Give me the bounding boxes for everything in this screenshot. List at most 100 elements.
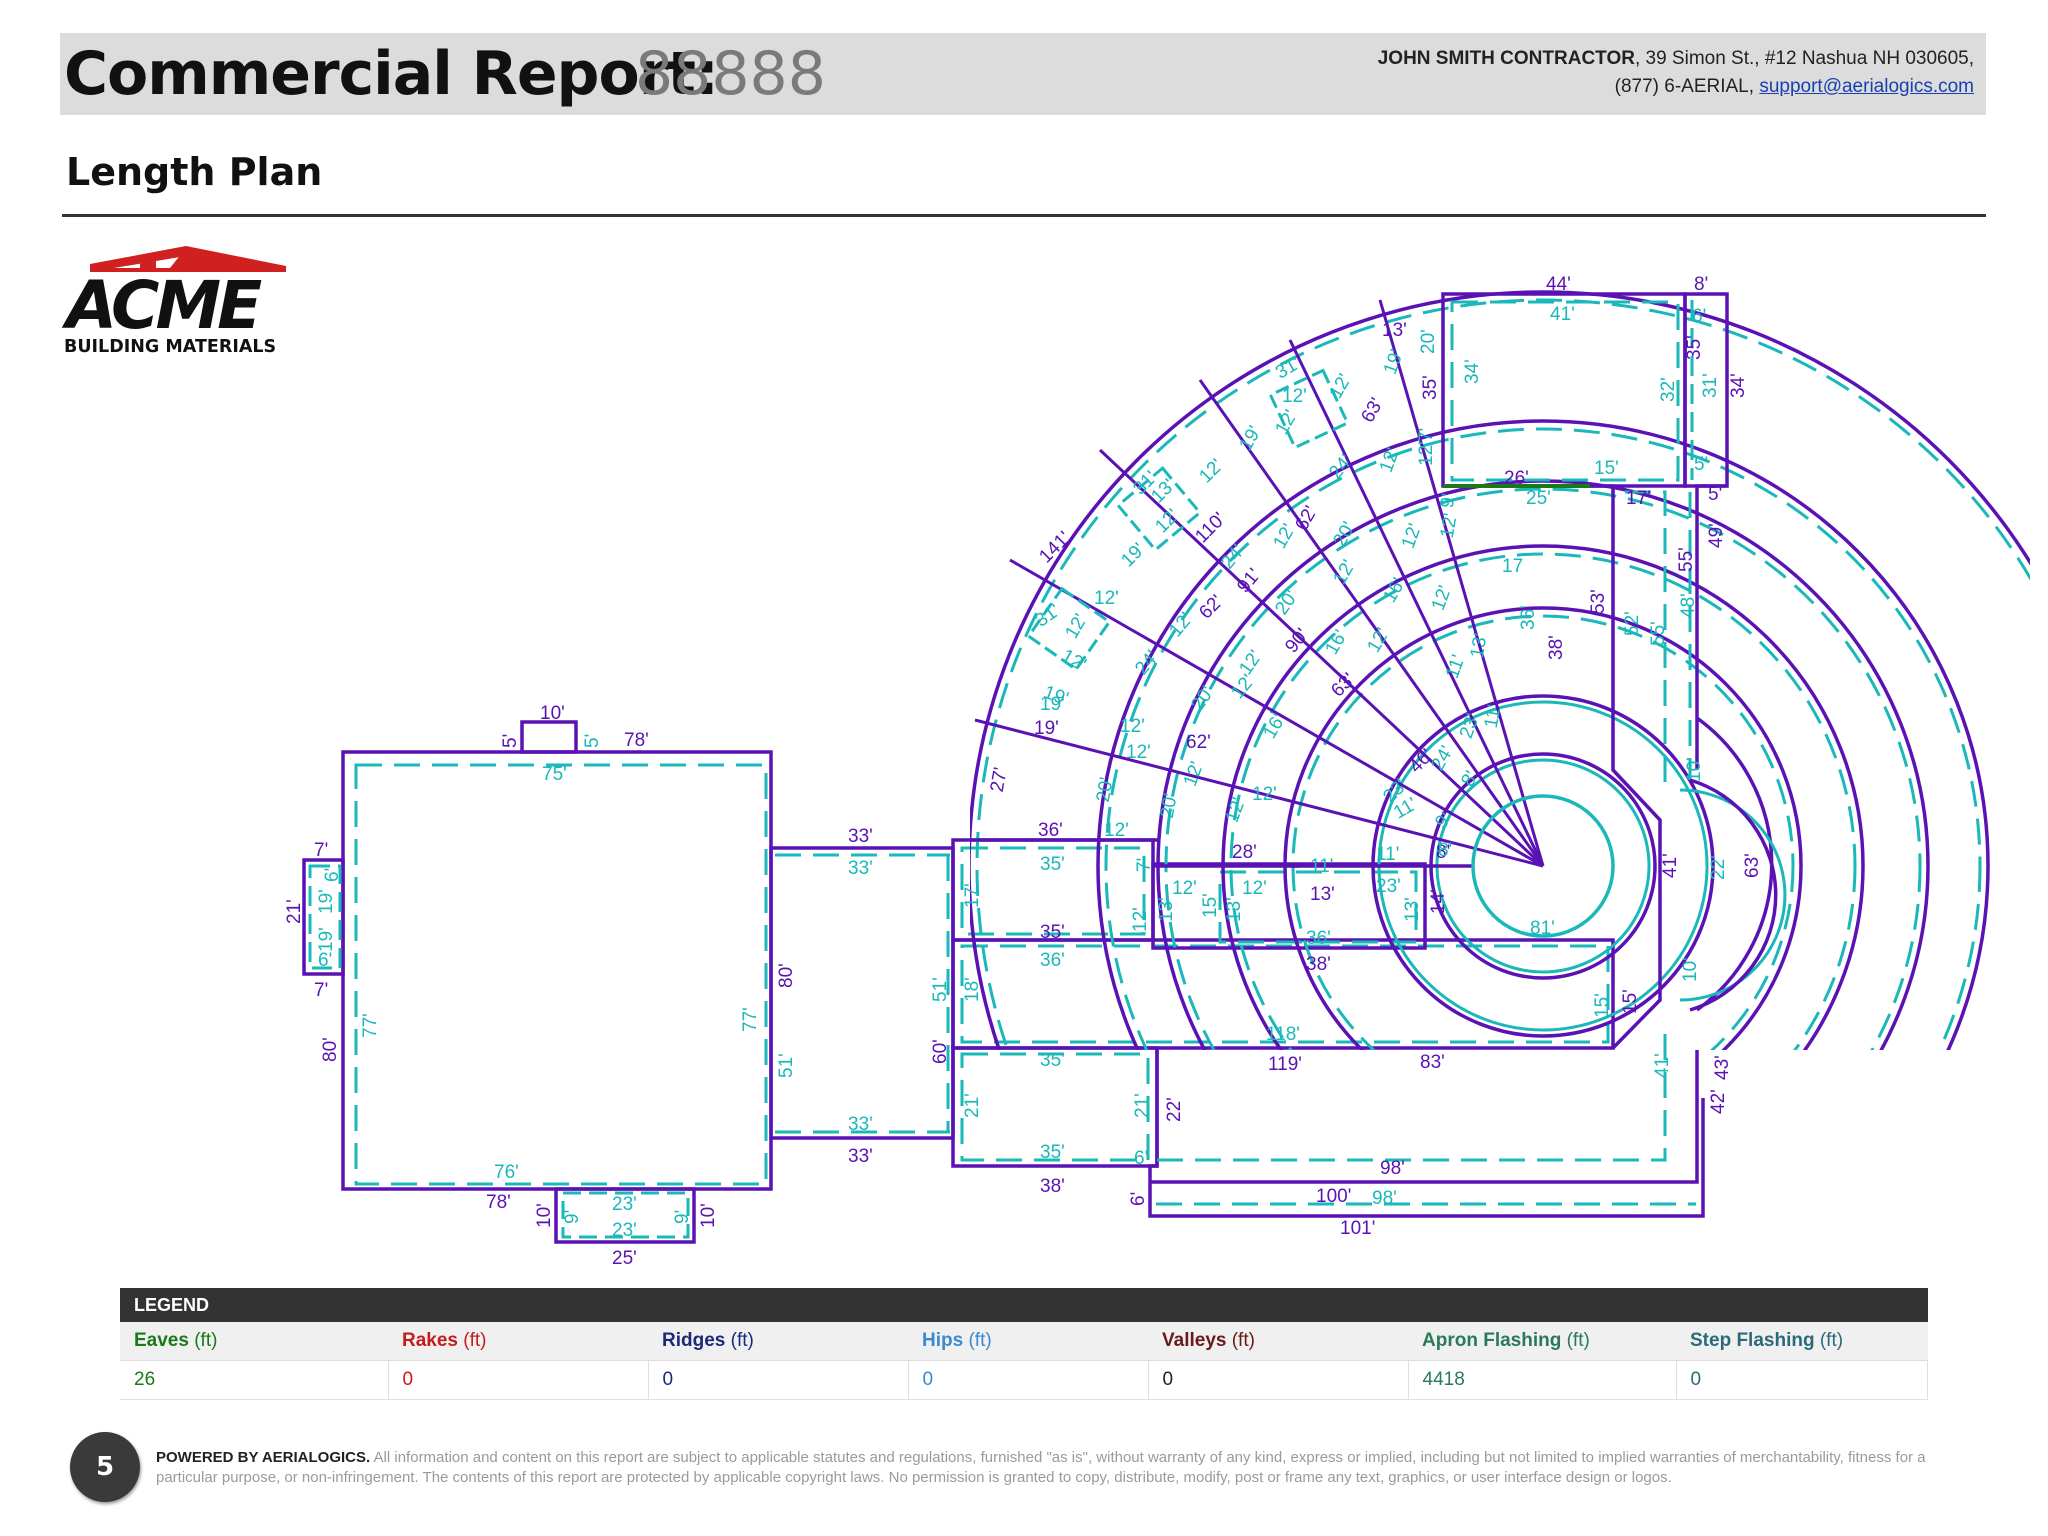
dim-label: 118': [1266, 1024, 1300, 1045]
dim-label: 11': [1481, 703, 1506, 730]
dim-label: 31': [1700, 373, 1721, 398]
dim-label: 119': [1268, 1054, 1302, 1075]
legend-step-value: 0: [1676, 1360, 1928, 1400]
dim-label: 36': [1038, 820, 1063, 841]
legend-table: LEGEND Eaves (ft) Rakes (ft) Ridges (ft)…: [120, 1288, 1928, 1400]
legend-hips-label: Hips: [922, 1330, 964, 1351]
dim-label: 12': [1271, 406, 1302, 438]
dim-label: 9': [1437, 492, 1460, 510]
dim-label: 12': [1325, 370, 1356, 402]
dim-label: 51': [776, 1053, 797, 1078]
dim-label: 15': [1620, 989, 1641, 1014]
dim-label: 15': [1594, 458, 1619, 479]
legend-apron-value: 4418: [1408, 1360, 1677, 1400]
dim-label: 13': [1224, 897, 1245, 922]
dim-label: 12': [1151, 505, 1183, 537]
dim-label: 12': [1242, 878, 1267, 899]
dim-label: 100': [1316, 1186, 1351, 1207]
legend-step-label: Step Flashing: [1690, 1330, 1815, 1351]
dim-label: 34': [1728, 373, 1749, 398]
dim-label: 42': [1708, 1089, 1729, 1114]
dim-label: 9': [562, 1210, 583, 1224]
legend-values: 26 0 0 0 0 4418 0: [120, 1360, 1928, 1400]
dim-label: 32': [1658, 377, 1679, 402]
dim-label: 80': [776, 963, 797, 988]
dim-label: 24': [1325, 451, 1357, 483]
dim-label: 5': [582, 734, 603, 748]
dim-label: 22': [1708, 855, 1729, 880]
dim-label: 21': [1132, 1093, 1153, 1118]
dim-label: 7': [1134, 858, 1155, 872]
dim-label: 9': [672, 1210, 693, 1224]
dim-label: 91': [1233, 565, 1265, 597]
legend-ridges-value: 0: [648, 1360, 909, 1400]
dimension-labels: 10' 5' 78' 7' 21' 7' 80' 80' 78' 10' 10'…: [284, 274, 1763, 1269]
left-building: [302, 720, 773, 1244]
legend-eaves-value: 26: [120, 1360, 389, 1400]
dim-label: 12': [1195, 455, 1227, 487]
dim-label: 78': [624, 730, 649, 751]
dim-label: 76': [494, 1162, 519, 1183]
dim-label: 17': [1626, 488, 1651, 509]
dim-label: 27': [987, 766, 1012, 794]
dim-label: 15': [1200, 893, 1221, 918]
powered-by: POWERED BY AERIALOGICS.: [156, 1449, 371, 1466]
dim-label: 19': [1034, 718, 1059, 739]
dim-label: 33': [848, 1114, 873, 1135]
dim-label: 14': [1428, 889, 1449, 914]
dim-label: 17: [1502, 556, 1523, 577]
dim-label: 38': [1040, 1176, 1065, 1197]
dim-label: 10': [1680, 957, 1701, 982]
dim-label: 19': [1235, 422, 1266, 454]
dim-label: 13': [1402, 897, 1423, 922]
dim-label: 12': [1126, 742, 1151, 763]
dim-label: 12': [1058, 645, 1090, 676]
dim-label: 60': [930, 1039, 951, 1064]
dim-label: 35': [1040, 922, 1065, 943]
dim-label: 83': [1420, 1052, 1445, 1073]
dim-label: 11': [1376, 844, 1399, 865]
dim-label: 12': [1252, 784, 1277, 805]
footer-disclaimer: POWERED BY AERIALOGICS. All information …: [156, 1448, 1926, 1488]
dim-label: 55': [1676, 547, 1697, 572]
legend-valleys-value: 0: [1148, 1360, 1409, 1400]
dim-label: 48': [1678, 593, 1699, 618]
dim-label: 12': [1061, 610, 1092, 642]
dim-label: 34': [1462, 359, 1483, 384]
legend-eaves-label: Eaves: [134, 1330, 189, 1351]
dim-label: 38': [1546, 635, 1567, 660]
dim-label: 41': [1550, 304, 1575, 325]
dim-label: 12': [1363, 624, 1394, 656]
dim-label: 75': [542, 764, 567, 785]
dim-label: 12': [1437, 512, 1462, 540]
dim-label: 36': [1306, 928, 1331, 949]
dim-label: 10': [698, 1203, 719, 1228]
dim-label: 63': [1327, 669, 1359, 701]
dim-label: 63': [1357, 394, 1388, 426]
dim-label: 10': [534, 1203, 555, 1228]
dim-label: 17': [962, 883, 983, 908]
dim-label: 13': [1382, 320, 1407, 341]
connector-section: [769, 846, 955, 1140]
dim-label: 26': [1504, 468, 1529, 489]
dim-label: 12': [1120, 716, 1145, 737]
dim-label: 51': [930, 977, 951, 1002]
dim-label: 25': [1526, 488, 1551, 509]
dim-label: 12': [1329, 556, 1360, 588]
dim-label: 141': [1035, 528, 1075, 568]
dim-label: 16': [1259, 710, 1290, 742]
dim-label: 12': [1172, 878, 1197, 899]
legend-ridges-label: Ridges: [662, 1330, 726, 1351]
dim-label: 63': [1742, 853, 1763, 878]
dim-label: 44': [1546, 274, 1571, 295]
dim-label: 25': [612, 1248, 637, 1269]
dim-label: 90': [1281, 625, 1313, 657]
dim-label: 12': [1416, 441, 1437, 466]
dim-label: 12': [1094, 588, 1119, 609]
dim-label: 13': [1467, 632, 1492, 660]
dim-label: 23': [1376, 876, 1401, 897]
dim-label: 22': [1164, 1097, 1185, 1122]
upper-right-block: [1441, 292, 1787, 1050]
dim-label: 12': [1428, 583, 1456, 613]
dim-label: 33': [848, 1146, 873, 1167]
